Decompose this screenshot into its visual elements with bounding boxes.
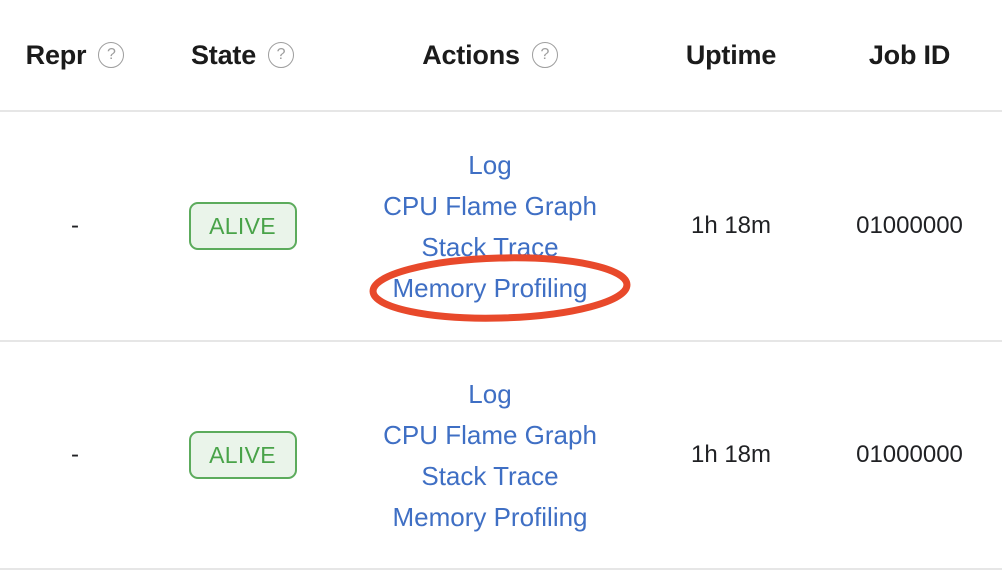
status-badge: ALIVE: [188, 201, 297, 251]
table-body: - ALIVE Log CPU Flame Graph Stack Trace …: [0, 111, 1002, 570]
column-header-jobid: Job ID: [817, 0, 1002, 112]
cell-repr: -: [0, 341, 150, 570]
action-link-cpu-flame-graph[interactable]: CPU Flame Graph: [383, 415, 597, 455]
help-circle-icon-actions[interactable]: ?: [531, 42, 558, 68]
cell-state: ALIVE: [150, 111, 335, 342]
cell-state: ALIVE: [150, 341, 335, 570]
column-header-label-jobid: Job ID: [868, 39, 951, 70]
actions-list: Log CPU Flame Graph Stack Trace Memory P…: [335, 145, 645, 308]
table-header-row: Repr ? State ? Actions ? Uptime Job ID: [0, 0, 1002, 112]
action-link-stack-trace[interactable]: Stack Trace: [421, 456, 558, 496]
help-circle-icon-repr[interactable]: ?: [98, 42, 125, 68]
help-glyph-state: ?: [276, 45, 286, 63]
action-link-log[interactable]: Log: [468, 374, 511, 414]
table-row: - ALIVE Log CPU Flame Graph Stack Trace …: [0, 111, 1002, 342]
help-glyph-actions: ?: [540, 45, 550, 63]
column-header-label-uptime: Uptime: [685, 39, 777, 70]
cell-repr: -: [0, 111, 150, 342]
column-header-uptime: Uptime: [645, 0, 817, 112]
help-glyph-repr: ?: [107, 45, 116, 63]
cell-jobid: 01000000: [817, 111, 1002, 342]
actions-list: Log CPU Flame Graph Stack Trace Memory P…: [335, 374, 645, 537]
column-header-actions: Actions ?: [335, 0, 645, 112]
cell-jobid: 01000000: [817, 341, 1002, 570]
column-header-repr: Repr ?: [0, 0, 150, 112]
table-row: - ALIVE Log CPU Flame Graph Stack Trace …: [0, 341, 1002, 570]
cell-uptime: 1h 18m: [645, 111, 817, 342]
cell-actions: Log CPU Flame Graph Stack Trace Memory P…: [335, 341, 645, 570]
action-link-cpu-flame-graph[interactable]: CPU Flame Graph: [383, 186, 597, 226]
action-link-memory-profiling[interactable]: Memory Profiling: [392, 497, 587, 537]
column-header-label-actions: Actions: [422, 39, 520, 70]
column-header-state: State ?: [150, 0, 335, 112]
action-link-memory-profiling[interactable]: Memory Profiling: [392, 268, 587, 308]
table-header: Repr ? State ? Actions ? Uptime Job ID: [0, 0, 1002, 112]
action-link-stack-trace[interactable]: Stack Trace: [421, 227, 558, 267]
status-badge: ALIVE: [188, 430, 297, 480]
column-header-label-repr: Repr: [25, 39, 87, 70]
cell-uptime: 1h 18m: [645, 341, 817, 570]
action-link-log[interactable]: Log: [468, 145, 511, 185]
cell-actions: Log CPU Flame Graph Stack Trace Memory P…: [335, 111, 645, 342]
column-header-label-state: State: [190, 39, 257, 70]
help-circle-icon-state[interactable]: ?: [268, 42, 295, 68]
jobs-table: Repr ? State ? Actions ? Uptime Job ID -…: [0, 0, 1002, 570]
